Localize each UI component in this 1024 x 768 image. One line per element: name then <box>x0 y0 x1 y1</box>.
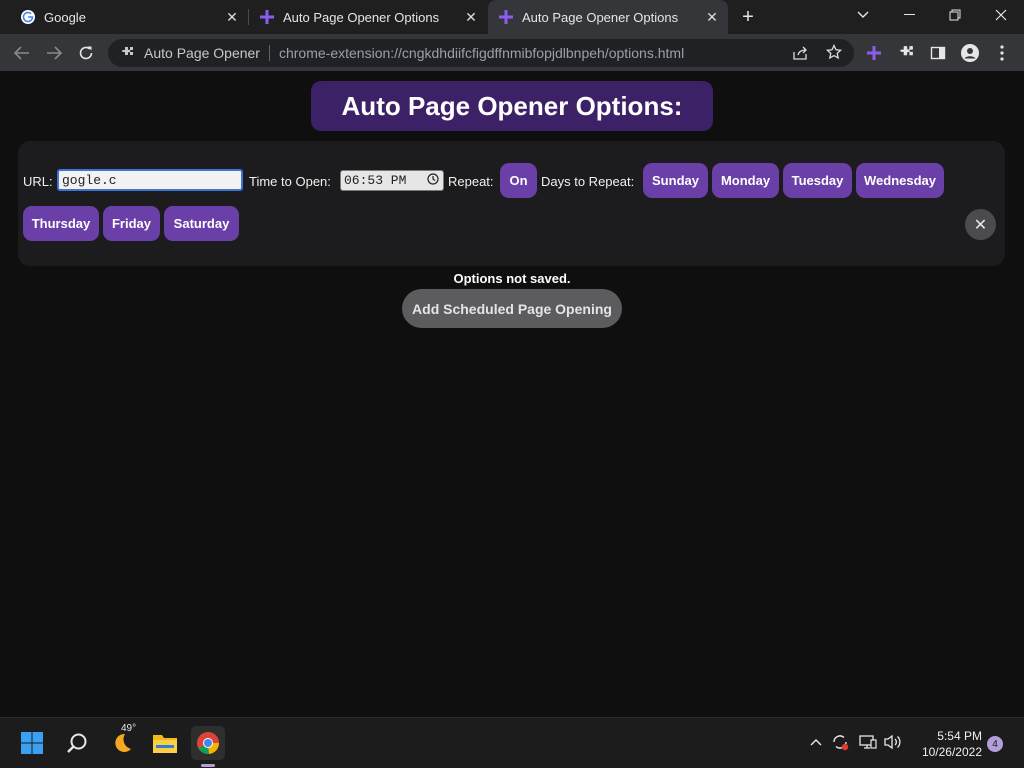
tab-title: Google <box>44 9 86 25</box>
profile-avatar-icon[interactable] <box>957 40 983 66</box>
day-button-tuesday[interactable]: Tuesday <box>783 163 852 198</box>
schedule-entry-panel: URL: gogle.c Time to Open: 06:53 PM Repe… <box>18 141 1005 266</box>
extensions-puzzle-icon[interactable] <box>893 40 919 66</box>
clock-icon[interactable] <box>427 172 439 189</box>
close-tab-icon[interactable]: ✕ <box>702 7 722 27</box>
time-input-value: 06:53 PM <box>344 173 407 188</box>
day-button-saturday[interactable]: Saturday <box>164 206 239 241</box>
kebab-menu-icon[interactable] <box>989 40 1015 66</box>
time-to-open-input[interactable]: 06:53 PM <box>340 170 444 191</box>
repeat-label: Repeat: <box>448 174 494 189</box>
chrome-taskbar-icon[interactable] <box>191 726 225 760</box>
tab-auto-page-opener-1[interactable]: Auto Page Opener Options ✕ <box>249 0 487 34</box>
save-status-text: Options not saved. <box>453 271 571 286</box>
omnibox-divider <box>268 45 270 61</box>
day-button-friday[interactable]: Friday <box>103 206 160 241</box>
browser-toolbar: Auto Page Opener chrome-extension://cngk… <box>0 34 1024 71</box>
options-page: Auto Page Opener Options: URL: gogle.c T… <box>0 71 1024 717</box>
share-icon[interactable] <box>793 45 809 61</box>
url-text: chrome-extension://cngkdhdiifcfigdffnmib… <box>278 45 685 61</box>
clock-date: 10/26/2022 <box>921 745 982 759</box>
minimize-icon[interactable] <box>886 0 932 30</box>
tab-title: Auto Page Opener Options <box>522 9 679 25</box>
google-g-icon <box>20 9 36 25</box>
windows-taskbar: 49° 5:54 PM 10/26/2022 4 <box>0 717 1024 768</box>
side-panel-icon[interactable] <box>925 40 951 66</box>
days-to-repeat-label: Days to Repeat: <box>541 174 635 189</box>
purple-plus-icon <box>259 9 275 25</box>
search-icon[interactable] <box>60 726 94 760</box>
day-button-thursday[interactable]: Thursday <box>23 206 99 241</box>
tab-auto-page-opener-2[interactable]: Auto Page Opener Options ✕ <box>488 0 728 34</box>
volume-speaker-icon[interactable] <box>883 732 903 752</box>
purple-plus-extension-icon[interactable] <box>861 40 887 66</box>
reload-icon[interactable] <box>73 40 99 66</box>
restore-icon[interactable] <box>932 0 978 30</box>
network-display-icon[interactable] <box>858 732 878 752</box>
tab-strip: Google ✕ Auto Page Opener Options ✕ Auto… <box>0 0 1024 34</box>
tab-google[interactable]: Google ✕ <box>0 0 248 34</box>
tab-search-chevron-icon[interactable] <box>840 0 886 30</box>
windows-start-icon[interactable] <box>15 726 49 760</box>
remove-entry-close-icon[interactable]: ✕ <box>965 209 996 240</box>
sync-alert-icon[interactable] <box>830 732 850 752</box>
repeat-toggle-button[interactable]: On <box>500 163 537 198</box>
active-app-indicator <box>201 764 215 767</box>
weather-temperature: 49° <box>121 723 137 734</box>
url-input[interactable]: gogle.c <box>57 169 243 191</box>
clock-time: 5:54 PM <box>937 729 982 743</box>
close-tab-icon[interactable]: ✕ <box>222 7 242 27</box>
back-arrow-icon[interactable] <box>9 40 35 66</box>
day-button-sunday[interactable]: Sunday <box>643 163 708 198</box>
close-tab-icon[interactable]: ✕ <box>461 7 481 27</box>
forward-arrow-icon[interactable] <box>41 40 67 66</box>
day-button-wednesday[interactable]: Wednesday <box>856 163 944 198</box>
purple-plus-icon <box>498 9 514 25</box>
notification-count-badge[interactable]: 4 <box>987 736 1003 752</box>
time-to-open-label: Time to Open: <box>249 174 331 189</box>
add-scheduled-page-button[interactable]: Add Scheduled Page Opening <box>402 289 622 328</box>
new-tab-button[interactable]: + <box>736 5 760 29</box>
site-name: Auto Page Opener <box>144 45 260 61</box>
tab-title: Auto Page Opener Options <box>283 9 440 25</box>
page-title: Auto Page Opener Options: <box>311 81 713 131</box>
bookmark-star-icon[interactable] <box>826 44 842 60</box>
url-label: URL: <box>23 174 53 189</box>
file-explorer-folder-icon[interactable] <box>148 726 182 760</box>
address-bar[interactable]: Auto Page Opener chrome-extension://cngk… <box>108 39 854 67</box>
url-input-value: gogle.c <box>62 172 117 188</box>
day-button-monday[interactable]: Monday <box>712 163 779 198</box>
show-hidden-icons-chevron-icon[interactable] <box>806 732 826 752</box>
extension-puzzle-icon <box>120 46 136 60</box>
system-clock[interactable]: 5:54 PM 10/26/2022 <box>912 728 982 760</box>
window-close-icon[interactable] <box>978 0 1024 30</box>
